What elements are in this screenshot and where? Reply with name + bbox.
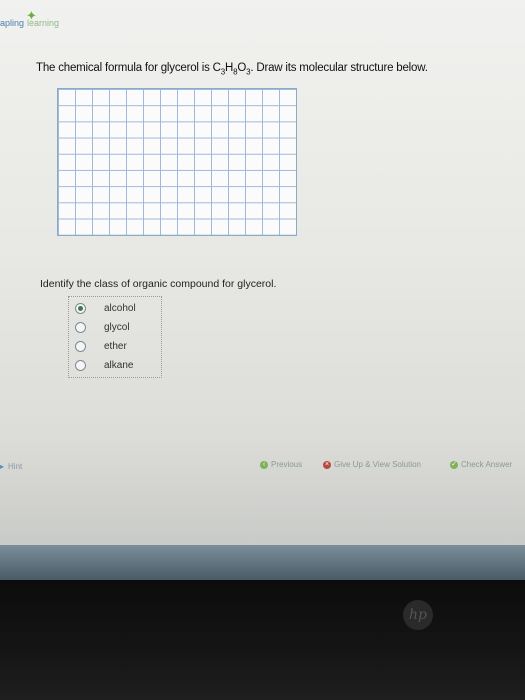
hint-label: Hint (8, 462, 23, 471)
sapling-learning-logo: ✦ apling learning (0, 8, 59, 28)
radio-alkane[interactable] (75, 359, 86, 371)
check-answer-button[interactable]: ✓ Check Answer (450, 460, 512, 469)
laptop-bezel (0, 580, 525, 700)
question-text: The chemical formula for glycerol is C3H… (36, 62, 428, 77)
choice-label: alcohol (104, 302, 136, 314)
taskbar-area (0, 545, 525, 580)
radio-alcohol[interactable] (75, 302, 86, 314)
answer-choices: alcohol glycol ether alkane (68, 296, 162, 378)
check-icon: ✓ (450, 460, 458, 469)
previous-icon: ‹ (260, 460, 268, 469)
footer-actions: ‹ Previous × Give Up & View Solution ✓ C… (260, 460, 525, 474)
radio-ether[interactable] (75, 340, 86, 352)
brand-name: apling (0, 18, 25, 28)
choice-alcohol[interactable]: alcohol (75, 299, 136, 317)
sprout-icon: ✦ (26, 8, 37, 23)
mcq-prompt: Identify the class of organic compound f… (40, 278, 277, 290)
give-up-icon: × (323, 460, 331, 469)
previous-button[interactable]: ‹ Previous (260, 460, 302, 469)
choice-label: glycol (104, 321, 130, 333)
choice-label: alkane (104, 359, 134, 371)
choice-ether[interactable]: ether (75, 337, 127, 355)
choice-label: ether (104, 340, 127, 352)
choice-alkane[interactable]: alkane (75, 356, 133, 374)
hp-logo: hp (403, 600, 433, 630)
app-screen: ✦ apling learning The chemical formula fo… (0, 0, 525, 545)
hint-button[interactable]: ▸ Hint (0, 462, 22, 471)
give-up-button[interactable]: × Give Up & View Solution (323, 460, 421, 469)
radio-glycol[interactable] (75, 321, 86, 333)
choice-glycol[interactable]: glycol (75, 318, 130, 336)
molecule-drawing-canvas[interactable] (57, 88, 297, 236)
play-arrow-icon: ▸ (0, 462, 5, 471)
